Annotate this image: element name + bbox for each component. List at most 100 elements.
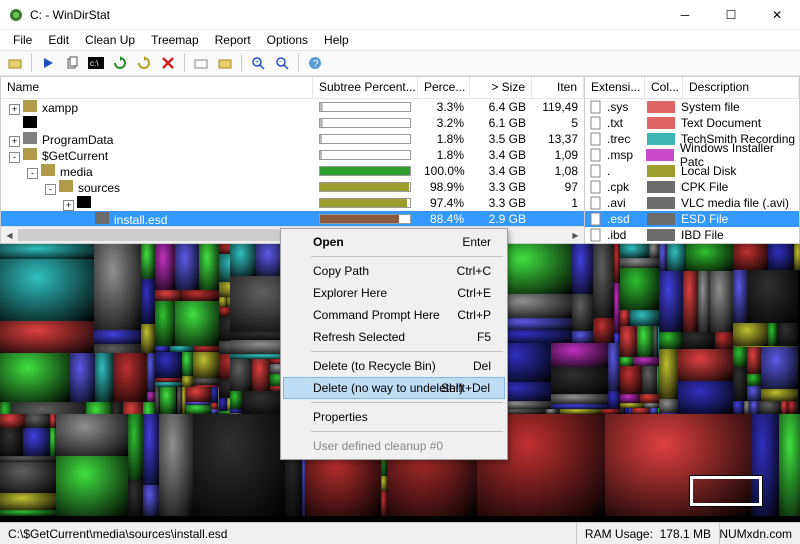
tree-row[interactable]: -media100.0%3.4 GB1,08 bbox=[1, 163, 584, 179]
item-color-icon bbox=[23, 116, 37, 128]
col-subtree[interactable]: Subtree Percent... bbox=[313, 77, 418, 98]
item-color-icon bbox=[23, 100, 37, 112]
item-color-icon bbox=[41, 164, 55, 176]
cmd-button[interactable]: c:\ bbox=[85, 52, 107, 74]
scroll-right-icon[interactable]: ▶ bbox=[567, 227, 584, 243]
ext-col-ext[interactable]: Extensi... bbox=[585, 77, 645, 98]
tree-row[interactable]: install.esd88.4%2.9 GB bbox=[1, 211, 584, 226]
run-button[interactable] bbox=[37, 52, 59, 74]
ext-color-icon bbox=[647, 133, 675, 145]
ext-label: .trec bbox=[607, 132, 641, 146]
svg-text:+: + bbox=[255, 59, 259, 66]
expand-toggle[interactable]: + bbox=[9, 104, 20, 115]
expand-button[interactable] bbox=[190, 52, 212, 74]
ext-rows[interactable]: .sysSystem file.txtText Document.trecTec… bbox=[585, 99, 799, 243]
menu-help[interactable]: Help bbox=[317, 31, 356, 49]
col-items[interactable]: Iten bbox=[532, 77, 584, 98]
menu-edit[interactable]: Edit bbox=[41, 31, 76, 49]
copy-button[interactable] bbox=[61, 52, 83, 74]
item-label: install.esd bbox=[114, 213, 167, 227]
ext-label: .ibd bbox=[607, 228, 641, 242]
ext-row[interactable]: .cpkCPK File bbox=[585, 179, 799, 195]
collapse-button[interactable] bbox=[214, 52, 236, 74]
filetype-icon bbox=[589, 228, 603, 242]
svg-text:?: ? bbox=[313, 59, 319, 70]
expand-toggle[interactable]: + bbox=[63, 200, 74, 211]
close-button[interactable]: ✕ bbox=[754, 0, 800, 30]
ext-col-color[interactable]: Col... bbox=[645, 77, 683, 98]
ext-col-desc[interactable]: Description bbox=[683, 77, 799, 98]
zoom-in-button[interactable]: + bbox=[247, 52, 269, 74]
expand-toggle[interactable]: + bbox=[9, 136, 20, 147]
menu-file[interactable]: File bbox=[6, 31, 39, 49]
ctx-refresh-selected[interactable]: Refresh SelectedF5 bbox=[283, 326, 505, 348]
ext-color-icon bbox=[647, 197, 675, 209]
tree-rows[interactable]: +xampp3.3%6.4 GB119,493.2%6.1 GB5+Progra… bbox=[1, 99, 584, 226]
filetype-icon bbox=[589, 132, 603, 146]
ctx-explorer-here[interactable]: Explorer HereCtrl+E bbox=[283, 282, 505, 304]
ctx-copy-path[interactable]: Copy PathCtrl+C bbox=[283, 260, 505, 282]
menu-cleanup[interactable]: Clean Up bbox=[78, 31, 142, 49]
col-perc[interactable]: Perce... bbox=[418, 77, 470, 98]
ctx-delete-to-recycle-bin-[interactable]: Delete (to Recycle Bin)Del bbox=[283, 355, 505, 377]
ext-row[interactable]: .esdESD File bbox=[585, 211, 799, 227]
ctx-command-prompt-here[interactable]: Command Prompt HereCtrl+P bbox=[283, 304, 505, 326]
item-label: ProgramData bbox=[42, 133, 113, 147]
item-label: sources bbox=[78, 181, 120, 195]
item-color-icon bbox=[95, 212, 109, 224]
ext-label: .sys bbox=[607, 100, 641, 114]
ctx-properties[interactable]: Properties bbox=[283, 406, 505, 428]
ext-label: .avi bbox=[607, 196, 641, 210]
menu-treemap[interactable]: Treemap bbox=[144, 31, 206, 49]
tree-row[interactable]: +ProgramData1.8%3.5 GB13,37 bbox=[1, 131, 584, 147]
ext-row[interactable]: .aviVLC media file (.avi) bbox=[585, 195, 799, 211]
filetype-icon bbox=[589, 196, 603, 210]
ext-label: . bbox=[607, 164, 641, 178]
toolbar: c:\ + - ? bbox=[0, 50, 800, 76]
delete-button[interactable] bbox=[157, 52, 179, 74]
maximize-button[interactable]: ☐ bbox=[708, 0, 754, 30]
ctx-delete-no-way-to-undelete-[interactable]: Delete (no way to undelete!)Shift+Del bbox=[283, 377, 505, 399]
ext-desc: Text Document bbox=[681, 116, 761, 130]
minimize-button[interactable]: ─ bbox=[662, 0, 708, 30]
menu-report[interactable]: Report bbox=[208, 31, 258, 49]
menu-options[interactable]: Options bbox=[260, 31, 315, 49]
scroll-left-icon[interactable]: ◀ bbox=[1, 227, 18, 243]
filetype-icon bbox=[589, 164, 603, 178]
help-button[interactable]: ? bbox=[304, 52, 326, 74]
ext-row[interactable]: .ibdIBD File bbox=[585, 227, 799, 243]
refresh-sel-button[interactable] bbox=[133, 52, 155, 74]
svg-text:c:\: c:\ bbox=[90, 59, 99, 68]
ext-color-icon bbox=[646, 149, 673, 161]
expand-toggle[interactable]: - bbox=[45, 184, 56, 195]
col-size[interactable]: > Size bbox=[470, 77, 532, 98]
ext-label: .txt bbox=[607, 116, 641, 130]
status-ram: RAM Usage: 178.1 MB bbox=[577, 523, 720, 544]
ext-row[interactable]: .txt Text Document bbox=[585, 115, 799, 131]
ext-label: .msp bbox=[607, 148, 640, 162]
tree-row[interactable]: 3.2%6.1 GB5 bbox=[1, 115, 584, 131]
expand-toggle[interactable]: - bbox=[9, 152, 20, 163]
tree-row[interactable]: -$GetCurrent1.8%3.4 GB1,09 bbox=[1, 147, 584, 163]
tree-row[interactable]: +97.4%3.3 GB1 bbox=[1, 195, 584, 211]
extension-pane[interactable]: Extensi... Col... Description .sysSystem… bbox=[585, 76, 800, 244]
item-color-icon bbox=[59, 180, 73, 192]
zoom-out-button[interactable]: - bbox=[271, 52, 293, 74]
col-name[interactable]: Name bbox=[1, 77, 313, 98]
refresh-all-button[interactable] bbox=[109, 52, 131, 74]
status-path: C:\$GetCurrent\media\sources\install.esd bbox=[0, 523, 577, 544]
ext-desc: ESD File bbox=[681, 212, 728, 226]
open-drives-button[interactable] bbox=[4, 52, 26, 74]
item-color-icon bbox=[23, 148, 37, 160]
ext-row[interactable]: .sysSystem file bbox=[585, 99, 799, 115]
tree-row[interactable]: -sources98.9%3.3 GB97 bbox=[1, 179, 584, 195]
window-title: C: - WinDirStat bbox=[30, 8, 662, 22]
tree-pane[interactable]: Name Subtree Percent... Perce... > Size … bbox=[0, 76, 585, 244]
expand-toggle[interactable]: - bbox=[27, 168, 38, 179]
ext-row[interactable]: .mspWindows Installer Patc bbox=[585, 147, 799, 163]
tree-columns: Name Subtree Percent... Perce... > Size … bbox=[1, 77, 584, 99]
ext-color-icon bbox=[647, 213, 675, 225]
status-corner: NUMxdn.com bbox=[720, 523, 800, 544]
tree-row[interactable]: +xampp3.3%6.4 GB119,49 bbox=[1, 99, 584, 115]
ctx-open[interactable]: OpenEnter bbox=[283, 231, 505, 253]
